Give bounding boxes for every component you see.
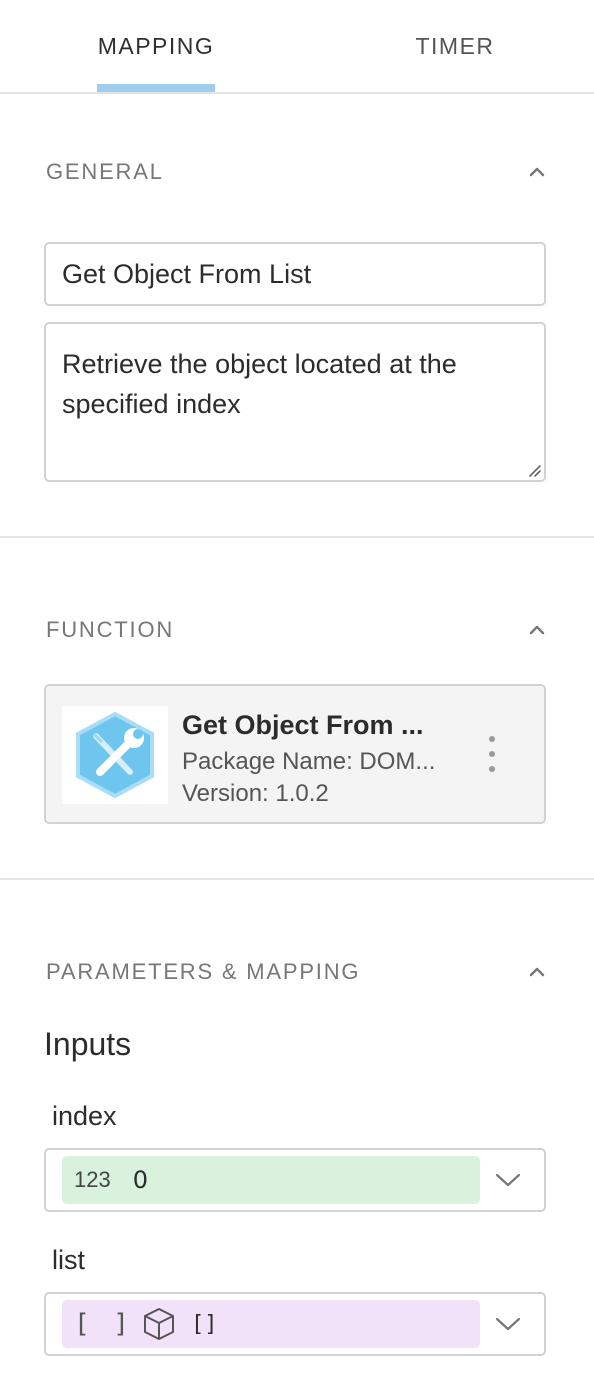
param-value-chip[interactable]: 123 0: [62, 1156, 480, 1204]
wrench-screwdriver-icon: [76, 711, 154, 799]
number-type-icon: 123: [74, 1167, 111, 1192]
list-type-icon: [ ]: [74, 1309, 133, 1339]
param-label-index: index: [52, 1101, 117, 1131]
active-tab-indicator: [97, 84, 215, 92]
function-card[interactable]: Get Object From ... Package Name: DOM...…: [44, 684, 546, 824]
section-divider: [0, 536, 594, 538]
tab-bar: MAPPING TIMER: [0, 0, 594, 94]
param-value: 0: [132, 1166, 148, 1194]
tab-timer[interactable]: TIMER: [397, 0, 513, 92]
resize-grip-icon[interactable]: [526, 462, 542, 478]
cube-icon: [143, 1308, 174, 1340]
param-value: []: [190, 1311, 218, 1337]
description-textarea[interactable]: Retrieve the object located at the speci…: [44, 322, 546, 482]
chevron-down-icon[interactable]: [494, 1170, 522, 1190]
chevron-up-icon[interactable]: [526, 961, 548, 983]
section-divider: [0, 878, 594, 880]
param-select-index[interactable]: 123 0: [44, 1148, 546, 1212]
function-card-name: Get Object From ...: [182, 710, 424, 740]
function-icon-box: [62, 706, 168, 804]
chevron-down-icon[interactable]: [494, 1314, 522, 1334]
chevron-up-icon[interactable]: [526, 161, 548, 183]
param-label-list: list: [52, 1245, 85, 1275]
chevron-up-icon[interactable]: [526, 619, 548, 641]
function-name-input-value: Get Object From List: [62, 258, 312, 289]
function-section-header[interactable]: FUNCTION: [46, 610, 548, 650]
function-card-package: Package Name: DOM...: [182, 748, 436, 775]
parameters-section-header[interactable]: PARAMETERS & MAPPING: [46, 952, 548, 992]
description-textarea-value: Retrieve the object located at the speci…: [62, 349, 457, 419]
general-section-header[interactable]: GENERAL: [46, 152, 548, 192]
function-card-version: Version: 1.0.2: [182, 780, 329, 807]
tab-mapping[interactable]: MAPPING: [97, 0, 215, 92]
param-value-chip[interactable]: [ ] []: [62, 1300, 480, 1348]
inputs-heading: Inputs: [44, 1026, 132, 1062]
general-section-title: GENERAL: [46, 159, 164, 184]
param-select-list[interactable]: [ ] []: [44, 1292, 546, 1356]
function-name-input[interactable]: Get Object From List: [44, 242, 546, 306]
more-options-icon[interactable]: [482, 736, 502, 772]
parameters-section-title: PARAMETERS & MAPPING: [46, 959, 361, 984]
function-section-title: FUNCTION: [46, 617, 175, 642]
